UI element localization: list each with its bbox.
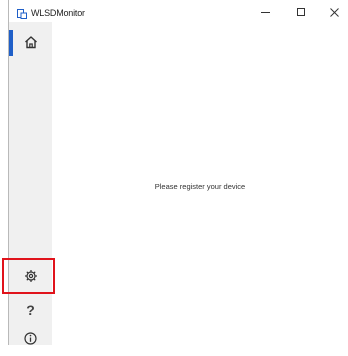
app-window: WLSDMonitor ? Please register your devic… xyxy=(8,0,348,345)
maximize-icon xyxy=(297,8,305,16)
close-button[interactable] xyxy=(319,0,348,24)
minimize-icon xyxy=(260,12,270,13)
close-icon xyxy=(329,7,339,17)
info-icon xyxy=(24,331,37,345)
active-indicator xyxy=(9,30,13,56)
maximize-button[interactable] xyxy=(283,0,319,24)
main-content: Please register your device xyxy=(52,22,348,345)
minimize-button[interactable] xyxy=(247,0,283,24)
settings-highlight-box xyxy=(2,258,55,294)
register-device-message: Please register your device xyxy=(154,182,246,191)
app-icon xyxy=(17,9,27,19)
question-icon: ? xyxy=(26,302,35,318)
sidebar-item-home[interactable] xyxy=(9,24,52,60)
sidebar: ? xyxy=(9,22,52,345)
window-title: WLSDMonitor xyxy=(31,8,85,18)
sidebar-item-about[interactable] xyxy=(9,320,52,356)
home-icon xyxy=(24,36,37,49)
